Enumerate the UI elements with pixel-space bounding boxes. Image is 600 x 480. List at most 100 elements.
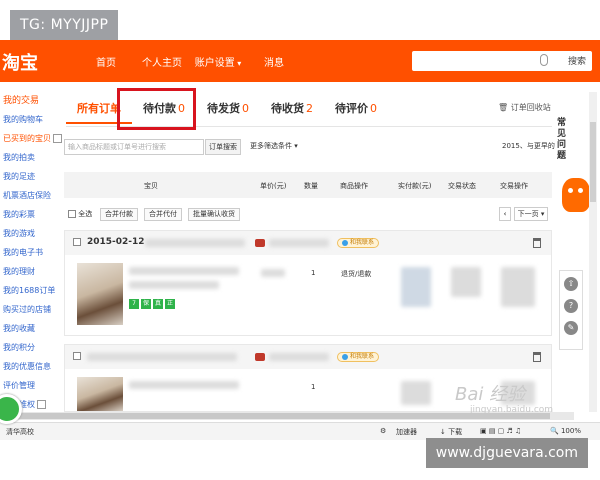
tab-pending-receipt[interactable]: 待收货 2 [260,94,324,124]
recycle-bin-link[interactable]: 🗑 订单回收站 [498,102,551,113]
product-thumbnail[interactable] [77,263,123,325]
nav-home[interactable]: 首页 [78,54,134,69]
mascot-icon[interactable] [562,178,590,212]
merge-agent-pay-button[interactable]: 合并代付 [144,208,182,221]
tg-watermark: TG: MYYJJPP [10,10,119,40]
service-tag[interactable]: 真 [153,299,163,309]
sidebar-item-footprint[interactable]: 我的足迹 [0,167,58,186]
tools-icons[interactable]: ▣ ▤ ▢ ♬ ♫ [480,427,521,435]
global-search-input[interactable]: 搜索 [412,51,592,71]
tab-count: 0 [370,102,377,115]
zoom-level[interactable]: 🔍 100% [550,427,581,435]
sidebar-item-coupons[interactable]: 我的优惠信息 [0,357,58,376]
sidebar-item-auction[interactable]: 我的拍卖 [0,148,58,167]
order-search-input[interactable]: 输入商品标题或订单号进行搜索 [64,139,204,155]
prev-page-button[interactable]: ‹ [499,207,511,221]
faq-char: 常 [557,118,567,128]
scroll-thumb[interactable] [590,122,596,202]
next-page-button[interactable]: 下一页 ▾ [514,207,548,221]
help-icon[interactable]: ? [564,299,578,313]
actions-blurred[interactable] [501,267,535,307]
tab-pending-shipment[interactable]: 待发货 0 [196,94,260,124]
year-filter-link[interactable]: 2015、与更早的 [502,141,555,151]
nav-messages[interactable]: 消息 [246,54,302,69]
order-checkbox[interactable] [73,238,81,246]
sidebar-item-shops[interactable]: 购买过的店铺 [0,300,58,319]
back-to-top-icon[interactable]: ⇧ [564,277,578,291]
status-text: 清华高校 [6,428,34,436]
tab-label: 待收货 [271,102,304,115]
scroll-thumb[interactable] [10,413,550,419]
side-toolbar: ⇧ ? ✎ [559,270,583,350]
order-header: 和我联系 [65,345,551,369]
recycle-label: 订单回收站 [510,103,551,112]
nav-profile[interactable]: 个人主页 [134,54,190,69]
baidu-watermark: Bai 经验 [455,384,526,405]
edit-icon[interactable]: ✎ [564,321,578,335]
speedometer-icon[interactable]: ⚙ [380,427,386,435]
col-paid: 实付款(元) [398,182,432,190]
service-tag[interactable]: 7 [129,299,139,309]
quantity: 1 [311,383,316,391]
search-button[interactable]: 搜索 [568,54,586,67]
checkbox[interactable] [68,210,76,218]
highlight-annotation [117,88,196,130]
product-thumbnail[interactable] [77,377,123,411]
download-button[interactable]: ↓ 下载 [440,427,462,437]
sidebar-item-points[interactable]: 我的积分 [0,338,58,357]
col-item-ops: 商品操作 [340,182,368,190]
col-item: 宝贝 [144,182,158,190]
sidebar-item-reviews[interactable]: 评价管理 [0,376,58,395]
refund-link[interactable]: 退货/退款 [341,269,371,279]
sidebar-item-games[interactable]: 我的游戏 [0,224,58,243]
order-card: 2015-02-12 和我联系 7 保 真 正 1 退货/退款 [64,230,552,336]
baidu-watermark-url: jingyan.baidu.com [470,405,554,415]
order-search-button[interactable]: 订单搜索 [205,139,241,155]
batch-actions: 全选 合并付款 合并代付 批量确认收货 ‹ 下一页 ▾ [64,206,552,224]
product-title-blurred[interactable] [129,267,239,275]
microphone-icon[interactable] [540,54,548,66]
sidebar-item-favorites[interactable]: 我的收藏 [0,319,58,338]
product-title-blurred[interactable] [129,381,239,389]
expand-icon[interactable] [37,400,46,409]
tab-label: 待评价 [335,102,368,115]
sidebar-item-lottery[interactable]: 我的彩票 [0,205,58,224]
more-filters-toggle[interactable]: 更多筛选条件 ▾ [250,141,298,151]
col-actions: 交易操作 [500,182,528,190]
batch-confirm-button[interactable]: 批量确认收货 [188,208,240,221]
download-label: 下载 [448,428,463,436]
order-checkbox[interactable] [73,352,81,360]
service-tag[interactable]: 保 [141,299,151,309]
service-tag[interactable]: 正 [165,299,175,309]
sidebar-item-1688[interactable]: 我的1688订单 [0,281,58,300]
contact-seller-button[interactable]: 和我联系 [337,238,380,248]
faq-link[interactable]: 常 见 问 题 [557,118,571,162]
accelerator-button[interactable]: 加速器 [396,427,417,437]
top-header: 淘宝 首页 个人主页 账户设置 消息 搜索 [0,40,600,82]
shop-name-blurred[interactable] [269,239,329,247]
sidebar-item-cart[interactable]: 我的购物车 [0,110,58,129]
expand-icon[interactable] [53,134,62,143]
taobao-logo[interactable]: 淘宝 [2,49,38,75]
order-number-blurred [145,239,245,247]
nav-account-settings[interactable]: 账户设置 [190,54,246,69]
sidebar-item-ebooks[interactable]: 我的电子书 [0,243,58,262]
vertical-scrollbar[interactable] [589,92,597,412]
tab-pending-review[interactable]: 待评价 0 [324,94,388,124]
col-qty: 数量 [304,182,318,190]
more-filters-label: 更多筛选条件 [250,142,292,150]
next-page-label: 下一页 [517,210,539,218]
trash-icon[interactable] [533,238,541,248]
sidebar-title: 我的交易 [3,96,40,106]
screenshot: TG: MYYJJPP 淘宝 首页 个人主页 账户设置 消息 搜索 我的交易 我… [0,0,600,480]
sidebar-item-label: 已买到的宝贝 [3,134,51,143]
sidebar-item-finance[interactable]: 我的理财 [0,262,58,281]
select-all[interactable]: 全选 [68,209,92,219]
merge-pay-button[interactable]: 合并付款 [100,208,138,221]
trash-icon[interactable] [533,352,541,362]
top-nav: 首页 个人主页 账户设置 消息 [78,54,302,69]
contact-seller-button[interactable]: 和我联系 [337,352,380,362]
shop-name-blurred[interactable] [269,353,329,361]
sidebar-item-purchased[interactable]: 已买到的宝贝 [0,129,62,148]
sidebar-item-travel[interactable]: 机票酒店保险 [0,186,58,205]
